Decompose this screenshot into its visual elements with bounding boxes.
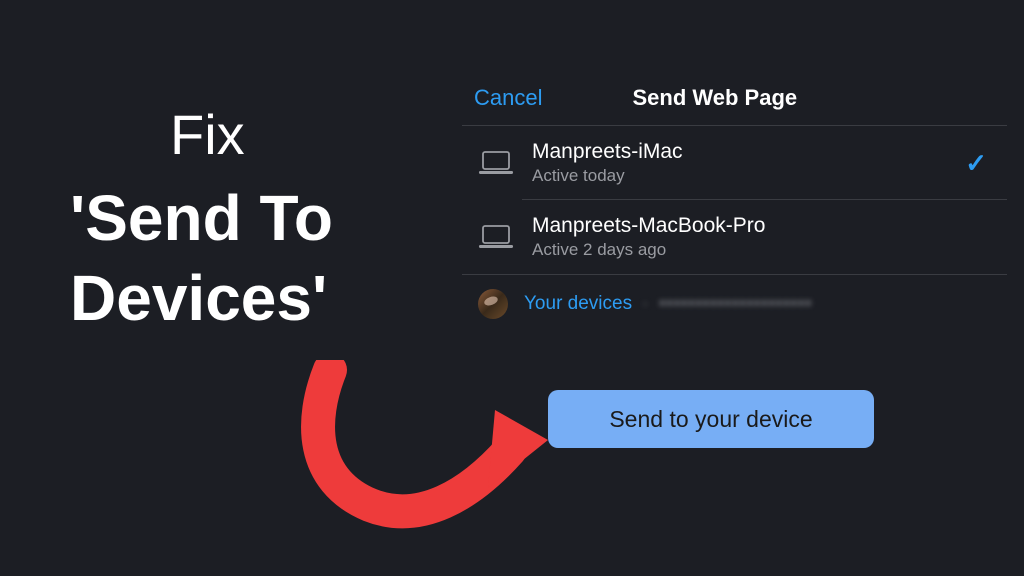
account-row[interactable]: Your devices · ••••••••••••••••••••• (462, 275, 1007, 333)
laptop-icon (478, 150, 514, 176)
send-web-page-panel: Cancel Send Web Page Manpreets-iMac Acti… (462, 85, 1007, 333)
cancel-button[interactable]: Cancel (474, 85, 542, 111)
account-email-obscured: ••••••••••••••••••••• (659, 293, 812, 313)
headline: Fix 'Send To Devices' (70, 100, 333, 338)
device-row-imac[interactable]: Manpreets-iMac Active today ✓ (462, 126, 1007, 200)
laptop-icon (478, 224, 514, 250)
device-name: Manpreets-iMac (532, 140, 947, 164)
device-text: Manpreets-iMac Active today (532, 140, 947, 186)
avatar (478, 289, 508, 319)
headline-line-3: Devices' (70, 258, 333, 338)
device-status: Active today (532, 166, 947, 186)
your-devices-label: Your devices (524, 293, 632, 314)
device-name: Manpreets-MacBook-Pro (532, 214, 995, 238)
device-row-macbook[interactable]: Manpreets-MacBook-Pro Active 2 days ago (462, 200, 1007, 274)
device-status: Active 2 days ago (532, 240, 995, 260)
send-to-device-button[interactable]: Send to your device (548, 390, 874, 448)
headline-line-1: Fix (170, 100, 333, 170)
send-button-label: Send to your device (609, 406, 812, 433)
checkmark-icon: ✓ (965, 148, 987, 179)
account-separator: · (636, 293, 655, 313)
arrow-icon (300, 360, 560, 540)
device-text: Manpreets-MacBook-Pro Active 2 days ago (532, 214, 995, 260)
account-label: Your devices · ••••••••••••••••••••• (524, 293, 812, 315)
panel-title: Send Web Page (632, 85, 797, 111)
panel-header: Cancel Send Web Page (462, 85, 1007, 125)
headline-line-2: 'Send To (70, 178, 333, 258)
